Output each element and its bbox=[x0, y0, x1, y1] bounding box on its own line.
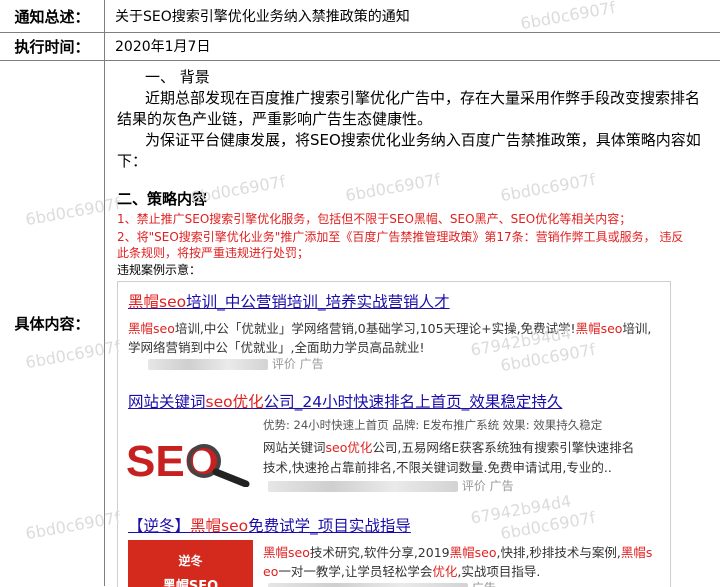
ad-3-desc-text-3: 一对一教学,让学员轻松学会 bbox=[278, 564, 433, 579]
ad-3-thumb-line-1: 逆冬 bbox=[178, 554, 203, 568]
ad-3-desc-2: eo一对一教学,让学员轻松学会优化,实战项目指导. bbox=[263, 561, 540, 580]
ad-2-title[interactable]: 网站关键词seo优化公司_24小时快速排名上首页_效果稳定持久 bbox=[128, 390, 562, 412]
watermark: 6bd0c6907f bbox=[499, 169, 597, 206]
ad-1-meta: 评价 广告 bbox=[148, 355, 324, 372]
ad-3-desc-kw-1: 黑帽seo bbox=[263, 545, 310, 560]
seo-logo-icon: SEO bbox=[126, 432, 251, 488]
ad-1-desc-text-2: 培训, bbox=[622, 321, 652, 336]
ad-2-desc-kw: seo优化 bbox=[325, 440, 373, 455]
ad-2-title-part-1: 网站关键词 bbox=[128, 393, 206, 411]
ad-3-title-keyword: 黑帽seo bbox=[190, 517, 249, 535]
summary-row: 通知总述： 关于SEO搜索引擎优化业务纳入禁推政策的通知 bbox=[0, 0, 720, 33]
blurred-url bbox=[148, 359, 268, 370]
ad-1-title-rest: 培训_中公营销培训_培养实战营销人才 bbox=[186, 293, 450, 311]
ad-3-desc-text-2: ,快排,秒排技术与案例, bbox=[496, 545, 621, 560]
example-screenshot: 黑帽seo培训_中公营销培训_培养实战营销人才 黑帽seo培训,中公「优就业」学… bbox=[117, 281, 671, 587]
ad-3-ad-badge: 广告 bbox=[472, 581, 496, 587]
background-line-3: 为保证平台健康发展，将SEO搜索优化业务纳入百度广告禁推政策，具体策略内容如 bbox=[145, 131, 701, 149]
ad-2-title-keyword: seo优化 bbox=[205, 393, 264, 411]
ad-2-desc-1: 网站关键词seo优化公司,五易网络E获客系统独有搜索引擎快速排名 bbox=[263, 437, 634, 456]
ad-3-desc-kw-3: 黑帽s bbox=[620, 545, 653, 560]
rule-2-line-2: 此条规则，将按严重违规进行处罚； bbox=[117, 246, 310, 260]
ad-3-title-part-1: 【逆冬】 bbox=[128, 517, 191, 535]
date-label: 执行时间： bbox=[0, 32, 105, 60]
ad-3-desc-1: 黑帽seo技术研究,软件分享,2019黑帽seo,快排,秒排技术与案例,黑帽s bbox=[263, 542, 652, 561]
content-label-cell: 具体内容： bbox=[0, 61, 105, 586]
date-row: 执行时间： 2020年1月7日 bbox=[0, 32, 720, 61]
blurred-url bbox=[268, 481, 458, 492]
ad-1-ad-badge: 广告 bbox=[299, 357, 324, 371]
ad-2-title-rest: 公司_24小时快速排名上首页_效果稳定持久 bbox=[263, 393, 563, 411]
ad-1-desc-text-1: 培训,中公「优就业」学网络营销,0基础学习,105天理论+实操,免费试学! bbox=[174, 321, 576, 336]
ad-2-eval-link[interactable]: 评价 bbox=[462, 479, 486, 493]
ad-1-title[interactable]: 黑帽seo培训_中公营销培训_培养实战营销人才 bbox=[128, 290, 450, 312]
ad-3-desc-text-4: ,实战项目指导. bbox=[457, 564, 541, 579]
background-line-1: 近期总部发现在百度推广搜索引擎优化广告中，存在大量采用作弊手段改变搜索排名 bbox=[145, 89, 701, 107]
example-label: 违规案例示意： bbox=[117, 263, 202, 277]
ad-2-desc-text-2: 公司,五易网络E获客系统独有搜索引擎快速排名 bbox=[372, 440, 635, 455]
summary-value: 关于SEO搜索引擎优化业务纳入禁推政策的通知 bbox=[115, 9, 410, 25]
ad-3-desc-kw-4: eo bbox=[263, 564, 279, 579]
blurred-url bbox=[268, 583, 468, 587]
background-heading: 一、 背景 bbox=[145, 68, 210, 86]
ad-1-title-keyword: 黑帽seo bbox=[128, 293, 187, 311]
watermark: 6bd0c6907f bbox=[344, 169, 442, 206]
ad-2-desc-text-1: 网站关键词 bbox=[263, 440, 326, 455]
date-value: 2020年1月7日 bbox=[115, 39, 211, 55]
strategy-heading: 二、策略内容 bbox=[117, 190, 208, 208]
ad-1-desc-kw-1: 黑帽seo bbox=[128, 321, 175, 336]
background-line-4: 下： bbox=[117, 152, 148, 170]
ad-3-title-rest: 免费试学_项目实战指导 bbox=[248, 517, 411, 535]
rule-2-line-1: 2、将"SEO搜索引擎优化业务"推广添加至《百度广告禁推管理政策》第17条：营销… bbox=[117, 230, 684, 244]
ad-2-features: 优势: 24小时快速上首页 品牌: E发布推广系统 效果: 效果持久稳定 bbox=[263, 418, 603, 432]
ad-2-ad-badge: 广告 bbox=[489, 479, 514, 493]
ad-2-desc-2: 技术,快速抢占靠前排名,不限关键词数量.免费申请试用,专业的.. bbox=[263, 460, 612, 475]
ad-1-desc-1: 黑帽seo培训,中公「优就业」学网络营销,0基础学习,105天理论+实操,免费试… bbox=[128, 318, 651, 337]
ad-2-meta: 评价 广告 bbox=[268, 477, 514, 494]
ad-3-title[interactable]: 【逆冬】黑帽seo免费试学_项目实战指导 bbox=[128, 514, 411, 536]
ad-1-desc-kw-2: 黑帽seo bbox=[575, 321, 623, 336]
ad-3-desc-kw-5: 优化 bbox=[432, 564, 458, 579]
ad-1-desc-2: 学网络营销到中公「优就业」,全面助力学员高品就业! bbox=[128, 340, 425, 355]
summary-label: 通知总述： bbox=[0, 0, 105, 32]
ad-1-eval-link[interactable]: 评价 bbox=[272, 357, 296, 371]
rule-1: 1、禁止推广SEO搜索引擎优化服务，包括但不限于SEO黑帽、SEO黑产、SEO优… bbox=[117, 212, 632, 226]
ad-3-desc-kw-2: 黑帽seo bbox=[449, 545, 497, 560]
ad-3-thumb-line-2: 黑帽SEO bbox=[162, 579, 219, 587]
ad-3-desc-text-1: 技术研究,软件分享,2019 bbox=[309, 545, 450, 560]
content-label: 具体内容： bbox=[14, 315, 90, 333]
ad-3-thumbnail: 逆冬 黑帽SEO bbox=[128, 540, 253, 587]
background-line-2: 结果的灰色产业链，严重影响广告生态健康性。 bbox=[117, 110, 433, 128]
